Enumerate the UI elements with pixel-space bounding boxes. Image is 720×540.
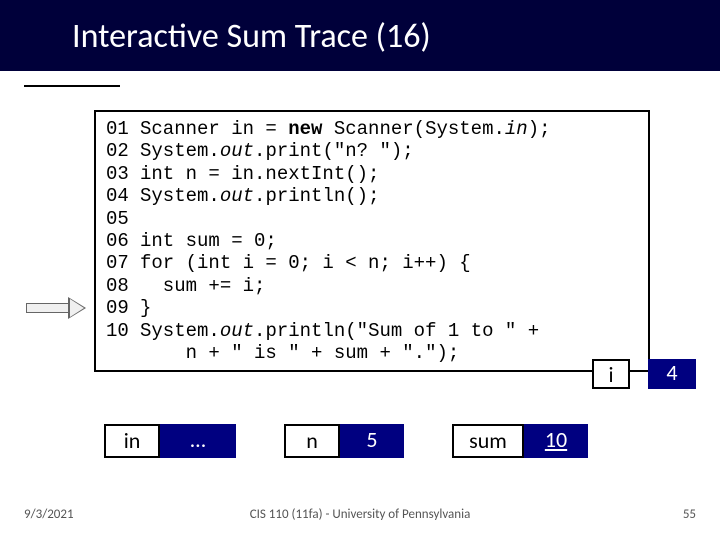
var-n-label: n — [284, 424, 340, 458]
footer-page-number: 55 — [683, 507, 696, 522]
current-line-arrow-icon — [26, 298, 86, 318]
var-in-value: … — [160, 424, 236, 458]
var-i-label: i — [592, 359, 630, 389]
code-listing: 01Scanner in = new Scanner(System.in); 0… — [94, 110, 650, 372]
var-n-value: 5 — [340, 424, 404, 458]
slide-title: Interactive Sum Trace (16) — [0, 0, 720, 71]
var-sum-label: sum — [452, 424, 524, 458]
variable-row: in … n 5 sum 10 — [104, 424, 696, 460]
footer-course: CIS 110 (11fa) - University of Pennsylva… — [0, 507, 720, 522]
title-underline — [24, 85, 120, 87]
var-in-label: in — [104, 424, 160, 458]
var-i-value: 4 — [648, 359, 696, 389]
var-sum-value: 10 — [524, 424, 588, 458]
